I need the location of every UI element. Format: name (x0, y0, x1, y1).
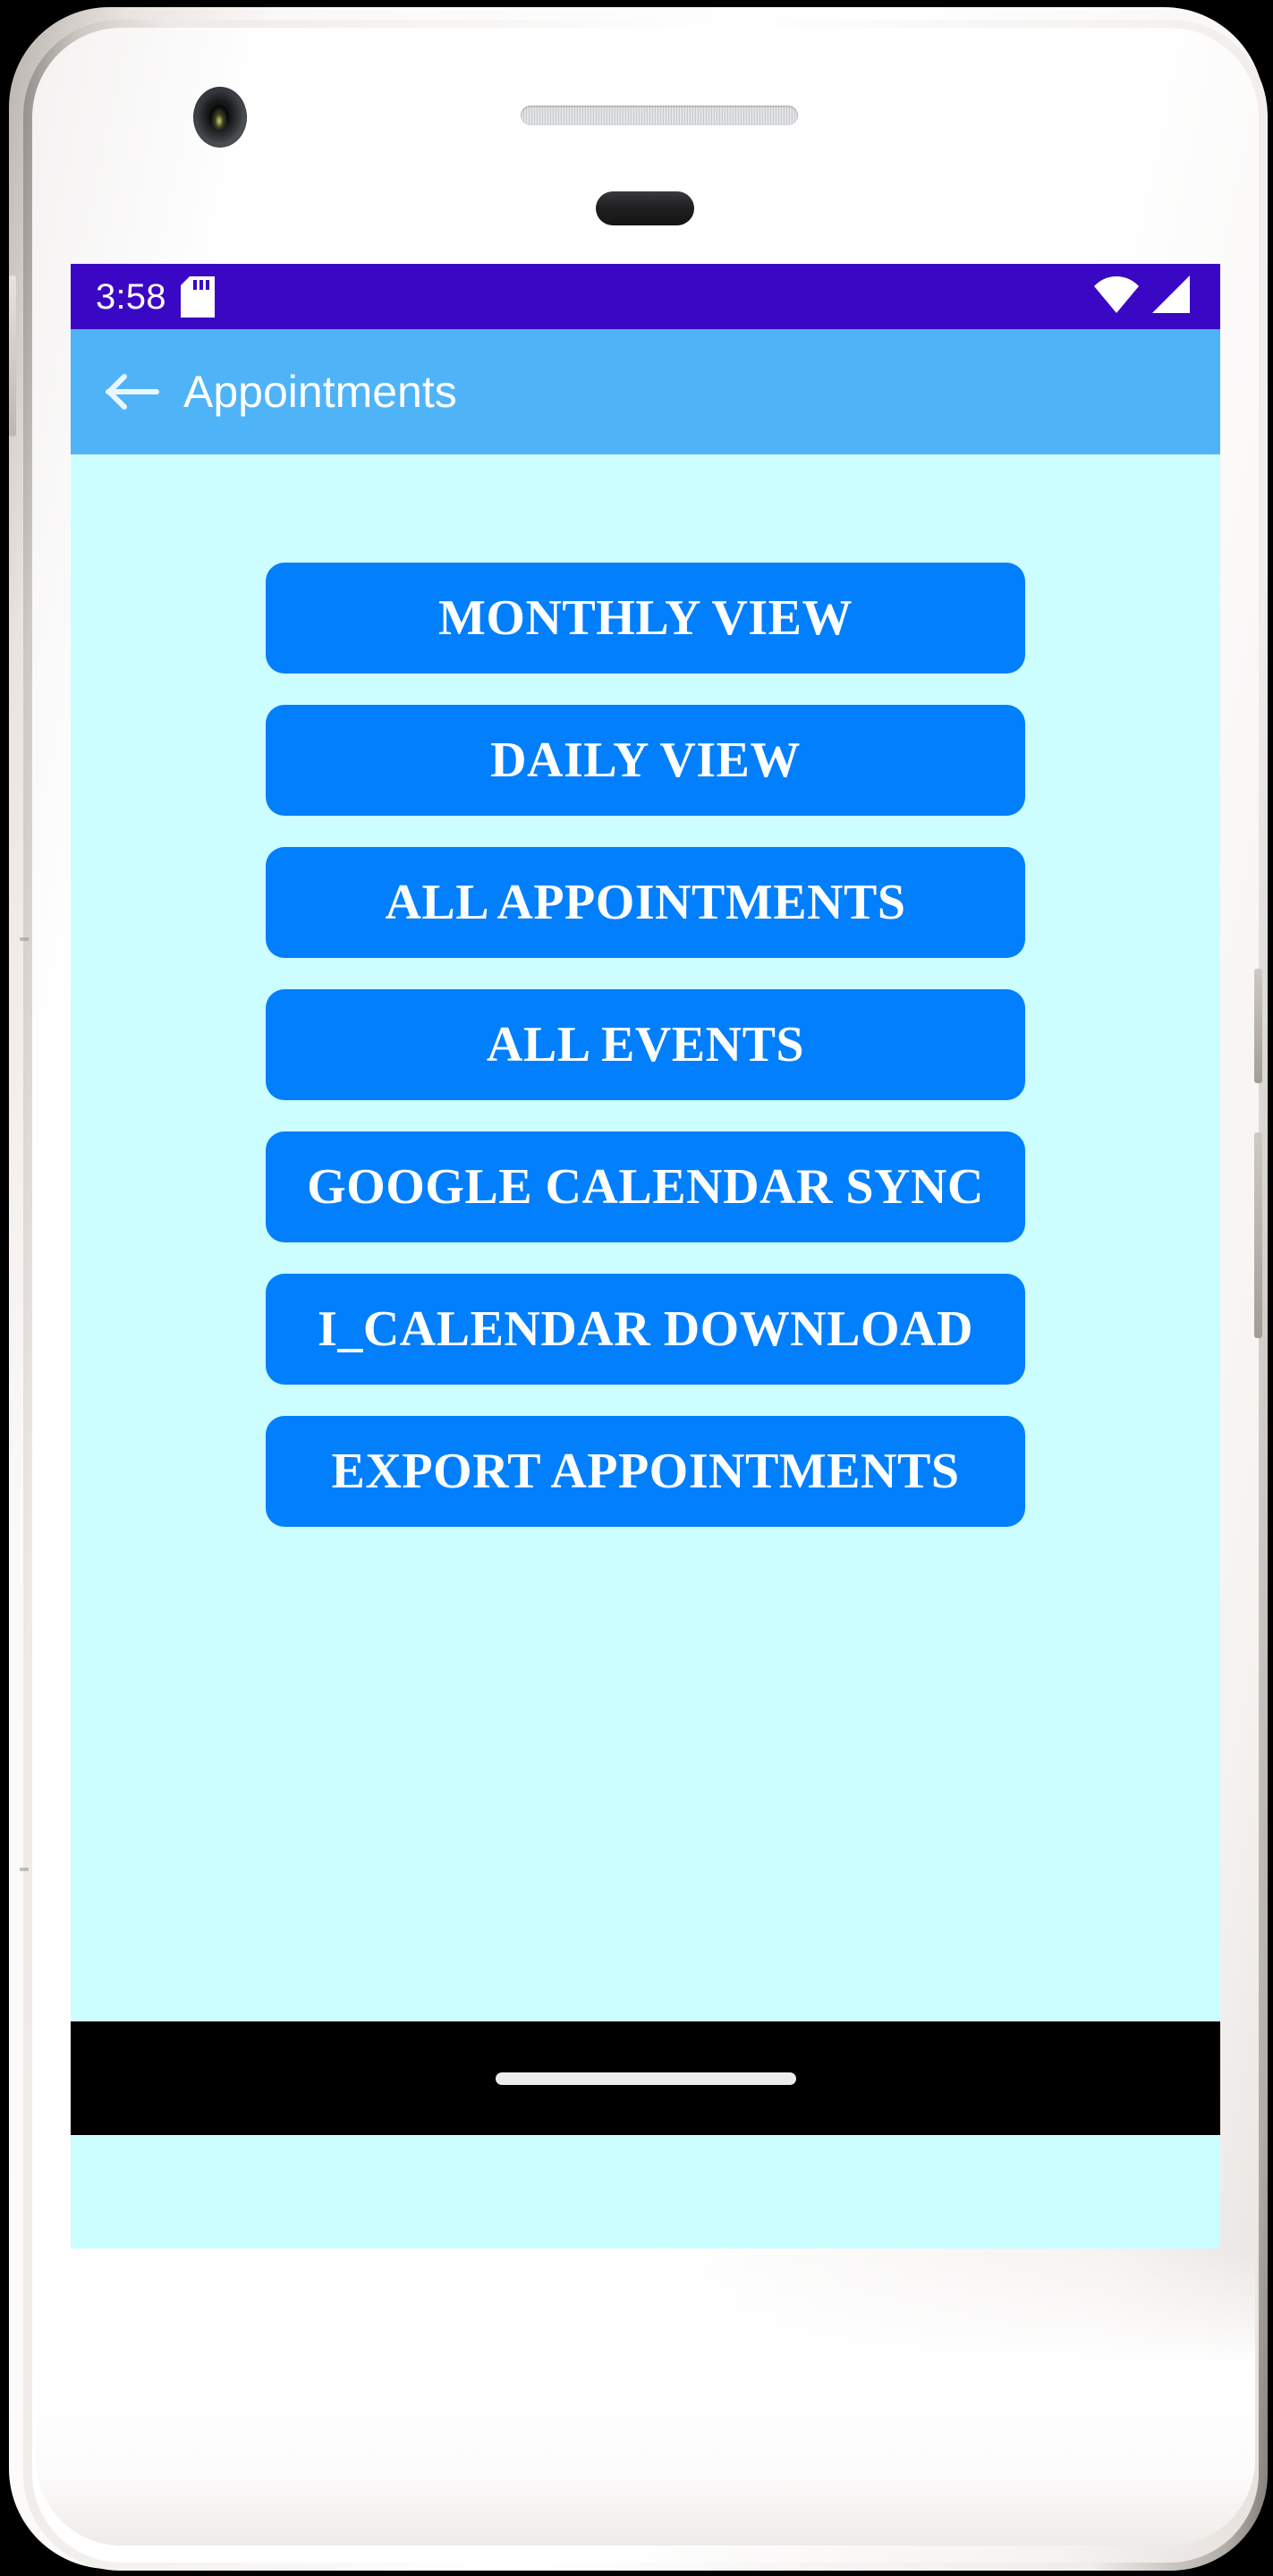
antenna-seam (20, 1868, 29, 1871)
front-camera-icon (193, 87, 247, 148)
google-calendar-sync-button[interactable]: GOOGLE CALENDAR SYNC (266, 1131, 1025, 1242)
status-bar: 3:58 (71, 264, 1220, 329)
cellular-signal-icon (1150, 275, 1192, 318)
export-appointments-button[interactable]: EXPORT APPOINTMENTS (266, 1416, 1025, 1527)
earpiece-speaker-icon (521, 106, 798, 125)
phone-screen: 3:58 Appointments MONTHLY VIEW DAILY VIE… (71, 264, 1220, 2249)
status-bar-right-group (1093, 275, 1192, 318)
power-button[interactable] (1254, 969, 1262, 1083)
system-navigation-bar (71, 2021, 1220, 2135)
action-button-list: MONTHLY VIEW DAILY VIEW ALL APPOINTMENTS… (71, 563, 1220, 1527)
status-bar-clock: 3:58 (96, 276, 166, 317)
all-events-button[interactable]: ALL EVENTS (266, 989, 1025, 1100)
volume-button[interactable] (1254, 1132, 1262, 1338)
back-arrow-icon[interactable] (99, 359, 165, 425)
gesture-home-pill[interactable] (495, 2072, 796, 2085)
sd-card-icon (180, 275, 215, 318)
left-antenna-band (9, 275, 16, 436)
all-appointments-button[interactable]: ALL APPOINTMENTS (266, 847, 1025, 958)
main-content: MONTHLY VIEW DAILY VIEW ALL APPOINTMENTS… (71, 454, 1220, 2135)
antenna-seam (20, 937, 29, 941)
app-bar: Appointments (71, 329, 1220, 454)
phone-bottom-bezel (36, 2250, 1255, 2546)
monthly-view-button[interactable]: MONTHLY VIEW (266, 563, 1025, 674)
daily-view-button[interactable]: DAILY VIEW (266, 705, 1025, 816)
phone-device-frame: 3:58 Appointments MONTHLY VIEW DAILY VIE… (9, 7, 1268, 2571)
wifi-icon (1093, 275, 1140, 318)
icalendar-download-button[interactable]: I_CALENDAR DOWNLOAD (266, 1274, 1025, 1385)
status-bar-left-group: 3:58 (96, 275, 215, 318)
page-title: Appointments (183, 367, 457, 417)
proximity-sensor-icon (596, 191, 694, 225)
